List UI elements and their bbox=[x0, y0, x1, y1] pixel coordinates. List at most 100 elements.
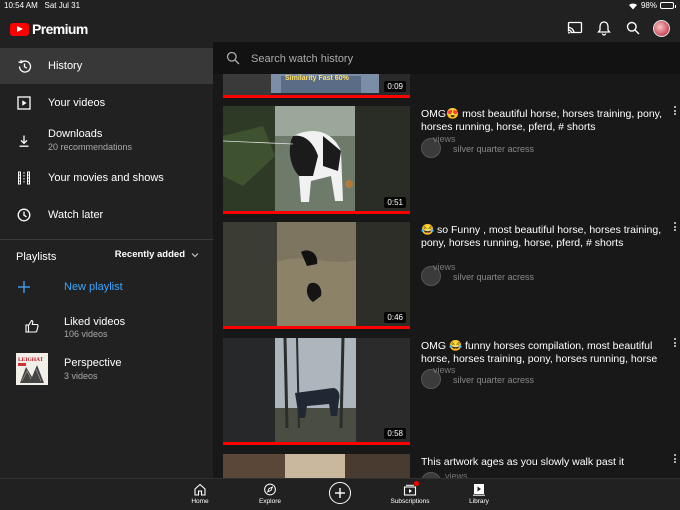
video-thumbnail[interactable]: 0:58 bbox=[223, 338, 410, 445]
video-title[interactable]: 😂 so Funny , most beautiful horse, horse… bbox=[421, 224, 663, 250]
video-title[interactable]: This artwork ages as you slowly walk pas… bbox=[421, 456, 663, 469]
playlists-heading: Playlists bbox=[16, 251, 57, 263]
app-bar: Premium bbox=[0, 12, 680, 42]
tab-label: Home bbox=[191, 498, 209, 505]
sidebar-item-label: Your movies and shows bbox=[48, 172, 164, 184]
tab-subscriptions[interactable]: Subscriptions bbox=[380, 481, 440, 505]
video-views: views bbox=[433, 134, 456, 144]
more-options-icon[interactable] bbox=[672, 222, 678, 231]
video-meta: views silver quarter acress bbox=[421, 365, 534, 389]
sidebar-item-label: Your videos bbox=[48, 97, 106, 109]
play-icon bbox=[16, 95, 32, 111]
new-content-dot bbox=[414, 481, 419, 486]
film-icon bbox=[16, 170, 32, 186]
channel-name: silver quarter acress bbox=[453, 375, 535, 385]
video-item[interactable]: 0:58 OMG 😂 funny horses compilation, mos… bbox=[223, 338, 680, 445]
tab-explore[interactable]: Explore bbox=[240, 483, 300, 505]
account-avatar[interactable] bbox=[653, 19, 670, 37]
subscriptions-icon bbox=[403, 481, 419, 496]
new-playlist-button[interactable]: New playlist bbox=[0, 270, 213, 304]
video-thumbnail[interactable]: Similarity Fast 60% 0:09 bbox=[223, 74, 410, 98]
brand-label: Premium bbox=[32, 21, 88, 37]
channel-name: silver quarter acress bbox=[453, 144, 535, 154]
video-item[interactable]: 0:46 😂 so Funny , most beautiful horse, … bbox=[223, 222, 680, 329]
tab-home[interactable]: Home bbox=[170, 483, 230, 505]
video-thumbnail[interactable] bbox=[223, 454, 410, 478]
sidebar-item-your-videos[interactable]: Your videos bbox=[0, 85, 213, 121]
status-date: Sat Jul 31 bbox=[44, 1, 81, 10]
watched-progress-bar bbox=[223, 442, 410, 445]
playlist-title: Perspective bbox=[64, 357, 122, 369]
playlist-count: 106 videos bbox=[64, 329, 108, 339]
app-bar-actions bbox=[566, 19, 670, 37]
playlist-item-perspective[interactable]: LEIGHAT Perspective 3 videos bbox=[0, 350, 213, 386]
watched-progress-bar bbox=[223, 95, 410, 98]
video-title[interactable]: OMG 😂 funny horses compilation, most bea… bbox=[421, 340, 663, 366]
compass-icon bbox=[264, 483, 276, 496]
video-duration: 0:46 bbox=[384, 312, 406, 323]
clock-icon bbox=[16, 207, 32, 223]
video-title[interactable]: OMG😍 most beautiful horse, horses traini… bbox=[421, 108, 663, 134]
more-options-icon[interactable] bbox=[672, 106, 678, 115]
playlist-title: Liked videos bbox=[64, 316, 126, 328]
status-bar: 10:54 AM Sat Jul 31 98% bbox=[0, 0, 680, 12]
sidebar-item-label: Watch later bbox=[48, 209, 104, 221]
watch-history-list: Similarity Fast 60% 0:09 0:51 OMG😍 most … bbox=[213, 74, 680, 478]
notifications-bell-icon[interactable] bbox=[595, 19, 613, 37]
sidebar-divider bbox=[0, 239, 213, 240]
bottom-navigation: Home Explore Subscriptions Library bbox=[0, 478, 680, 510]
tab-label: Explore bbox=[258, 498, 282, 505]
create-button[interactable] bbox=[329, 482, 351, 504]
thumb-text: LEIGHAT bbox=[18, 357, 44, 363]
video-item[interactable]: This artwork ages as you slowly walk pas… bbox=[223, 454, 680, 478]
perspective-playlist-thumbnail: LEIGHAT bbox=[16, 353, 48, 385]
youtube-logo-icon bbox=[10, 22, 29, 36]
video-views: views bbox=[433, 262, 456, 272]
watched-progress-bar bbox=[223, 326, 410, 329]
search-watch-history-bar[interactable]: Search watch history bbox=[213, 42, 680, 74]
status-time: 10:54 AM bbox=[4, 1, 38, 10]
library-icon bbox=[473, 484, 485, 496]
sidebar-item-watch-later[interactable]: Watch later bbox=[0, 197, 213, 233]
library-sidebar: History Your videos Downloads 20 recomme… bbox=[0, 42, 213, 478]
sort-label: Recently added bbox=[114, 249, 185, 260]
plus-icon bbox=[16, 279, 32, 295]
sidebar-item-movies-shows[interactable]: Your movies and shows bbox=[0, 160, 213, 196]
new-playlist-label: New playlist bbox=[64, 281, 123, 293]
watched-progress-bar bbox=[223, 211, 410, 214]
status-time-date: 10:54 AM Sat Jul 31 bbox=[4, 1, 80, 10]
plus-icon bbox=[335, 488, 345, 498]
video-duration: 0:58 bbox=[384, 428, 406, 439]
home-icon bbox=[194, 483, 206, 496]
search-icon[interactable] bbox=[624, 19, 642, 37]
search-input[interactable]: Search watch history bbox=[251, 53, 353, 65]
video-duration: 0:51 bbox=[384, 197, 406, 208]
thumbnail-overlay-text: Similarity Fast 60% bbox=[285, 75, 349, 82]
sidebar-item-label: Downloads bbox=[48, 128, 103, 140]
history-icon bbox=[16, 58, 32, 74]
chevron-down-icon bbox=[191, 252, 199, 257]
more-options-icon[interactable] bbox=[672, 338, 678, 347]
video-thumbnail[interactable]: 0:46 bbox=[223, 222, 410, 329]
thumbs-up-icon bbox=[24, 318, 40, 334]
cast-icon[interactable] bbox=[566, 19, 584, 37]
channel-name: silver quarter acress bbox=[453, 272, 535, 282]
video-views: views bbox=[433, 365, 456, 375]
more-options-icon[interactable] bbox=[672, 454, 678, 463]
video-duration: 0:09 bbox=[384, 81, 406, 92]
tab-label: Library bbox=[469, 498, 489, 505]
playlist-item-liked-videos[interactable]: Liked videos 106 videos bbox=[0, 308, 213, 344]
tab-label: Subscriptions bbox=[390, 498, 430, 505]
sidebar-item-downloads[interactable]: Downloads 20 recommendations bbox=[0, 122, 213, 160]
video-thumbnail[interactable]: 0:51 bbox=[223, 106, 410, 214]
video-meta: views silver quarter acress bbox=[421, 262, 534, 286]
tab-library[interactable]: Library bbox=[449, 483, 509, 505]
youtube-premium-logo[interactable]: Premium bbox=[10, 21, 88, 37]
playlist-sort-dropdown[interactable]: Recently added bbox=[115, 249, 199, 260]
battery-icon bbox=[660, 2, 676, 9]
sidebar-item-history[interactable]: History bbox=[0, 48, 213, 84]
video-item[interactable]: Similarity Fast 60% 0:09 bbox=[223, 74, 680, 98]
sidebar-item-label: History bbox=[48, 60, 83, 72]
video-item[interactable]: 0:51 OMG😍 most beautiful horse, horses t… bbox=[223, 106, 680, 214]
status-right: 98% bbox=[628, 1, 676, 10]
